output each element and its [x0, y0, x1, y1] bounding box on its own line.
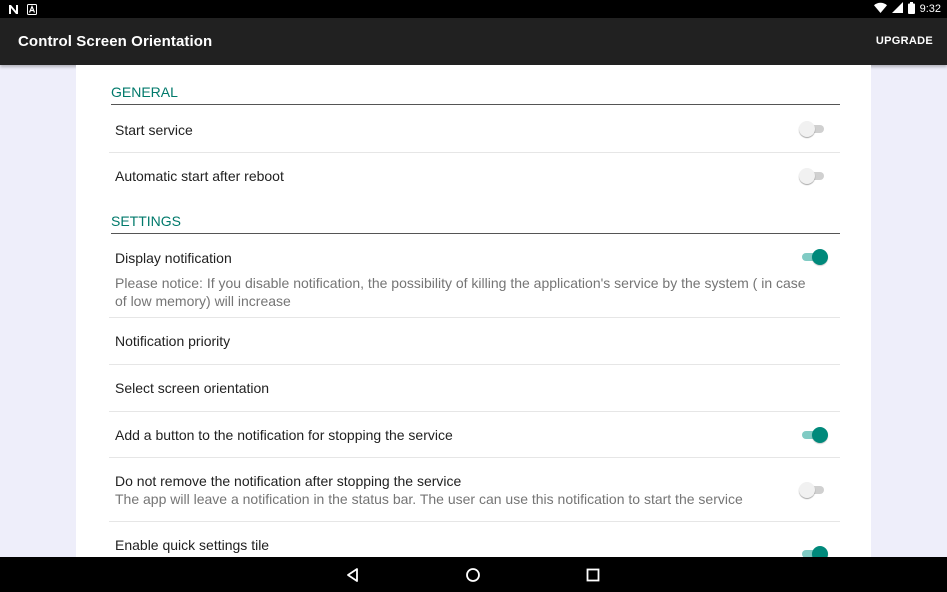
- pref-start-service[interactable]: Start service: [109, 106, 840, 153]
- section-header-general: GENERAL: [111, 84, 840, 105]
- pref-title: Automatic start after reboot: [115, 168, 284, 184]
- auto-start-switch[interactable]: [799, 168, 824, 184]
- app-bar: Control Screen Orientation UPGRADE: [0, 18, 947, 65]
- settings-list: GENERAL Start service Automatic start af…: [76, 65, 871, 557]
- pref-screen-orientation[interactable]: Select screen orientation: [109, 365, 840, 412]
- pref-display-notification[interactable]: Display notification Please notice: If y…: [109, 235, 840, 318]
- pref-stop-button[interactable]: Add a button to the notification for sto…: [109, 412, 840, 458]
- pref-quick-settings-tile[interactable]: Enable quick settings tile: [109, 522, 840, 557]
- pref-summary: The app will leave a notification in the…: [115, 491, 743, 507]
- display-notification-switch[interactable]: [802, 249, 828, 265]
- pref-title: Select screen orientation: [115, 380, 270, 396]
- app-title: Control Screen Orientation: [18, 33, 213, 50]
- keep-notification-switch[interactable]: [799, 482, 824, 498]
- navigation-bar: [0, 557, 947, 592]
- pref-summary: Please notice: If you disable notificati…: [115, 275, 806, 309]
- status-bar: 9:32: [0, 0, 947, 18]
- pref-title: Add a button to the notification for sto…: [115, 427, 453, 443]
- back-icon[interactable]: [344, 566, 362, 584]
- recents-icon[interactable]: [584, 566, 602, 584]
- pref-notification-priority[interactable]: Notification priority: [109, 318, 840, 365]
- signal-icon: [891, 2, 903, 16]
- pref-title: Display notification: [115, 250, 232, 266]
- status-clock: 9:32: [919, 3, 941, 15]
- quick-settings-tile-switch[interactable]: [802, 546, 828, 557]
- pref-title: Notification priority: [115, 333, 231, 349]
- upgrade-button[interactable]: UPGRADE: [876, 35, 933, 47]
- pref-title: Do not remove the notification after sto…: [115, 473, 462, 489]
- home-icon[interactable]: [464, 566, 482, 584]
- section-header-settings: SETTINGS: [111, 213, 840, 234]
- battery-icon: [907, 1, 915, 17]
- wifi-icon: [873, 2, 887, 16]
- stop-button-switch[interactable]: [802, 427, 828, 443]
- start-service-switch[interactable]: [799, 121, 824, 137]
- pref-auto-start[interactable]: Automatic start after reboot: [109, 153, 840, 199]
- pref-title: Enable quick settings tile: [115, 537, 270, 553]
- pref-title: Start service: [115, 122, 193, 138]
- pref-keep-notification[interactable]: Do not remove the notification after sto…: [109, 458, 840, 522]
